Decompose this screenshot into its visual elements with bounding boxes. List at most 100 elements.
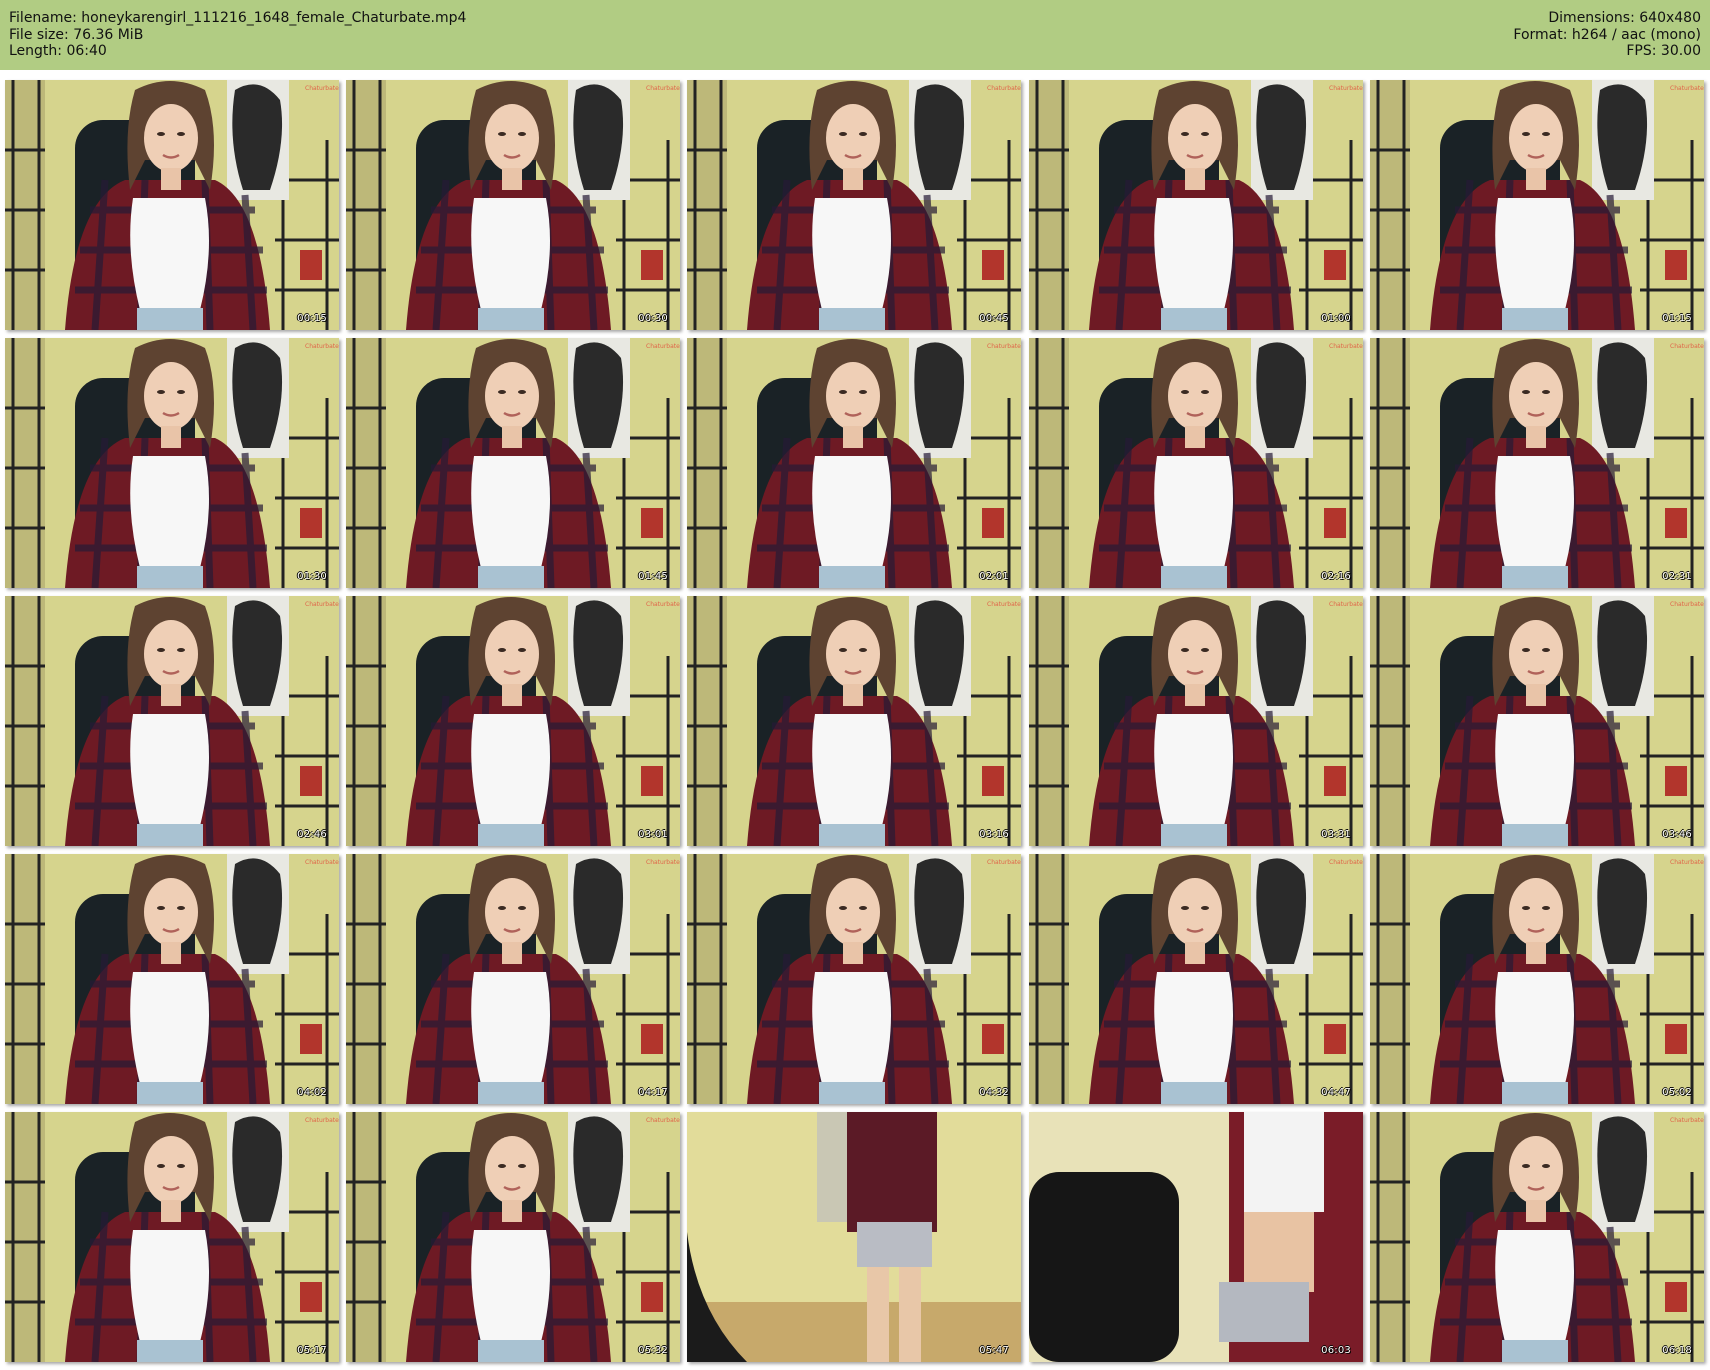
thumbnail-timestamp: 02:46: [297, 829, 327, 840]
frame-illustration: Chaturbate: [5, 854, 339, 1104]
thumbnail-frame[interactable]: Chaturbate 04:02: [5, 854, 339, 1104]
frame-illustration: Chaturbate: [687, 596, 1021, 846]
thumbnail-frame[interactable]: Chaturbate 04:17: [346, 854, 680, 1104]
thumbnail-frame[interactable]: Chaturbate 05:17: [5, 1112, 339, 1362]
svg-text:Chaturbate: Chaturbate: [646, 343, 680, 350]
thumbnail-frame[interactable]: Chaturbate 03:46: [1370, 596, 1704, 846]
frame-illustration: Chaturbate: [346, 596, 680, 846]
frame-illustration: Chaturbate: [346, 1112, 680, 1362]
svg-text:Chaturbate: Chaturbate: [1670, 859, 1704, 866]
thumbnail-frame[interactable]: Chaturbate 01:30: [5, 338, 339, 588]
thumbnail-timestamp: 05:47: [979, 1345, 1009, 1356]
thumbnail-timestamp: 05:17: [297, 1345, 327, 1356]
svg-text:Chaturbate: Chaturbate: [987, 859, 1021, 866]
thumbnail-frame[interactable]: 06:03: [1029, 1112, 1363, 1362]
thumbnail-timestamp: 05:32: [638, 1345, 668, 1356]
svg-text:Chaturbate: Chaturbate: [987, 85, 1021, 92]
svg-text:Chaturbate: Chaturbate: [1670, 85, 1704, 92]
frame-illustration: [687, 1112, 1021, 1362]
thumbnail-frame[interactable]: Chaturbate 06:18: [1370, 1112, 1704, 1362]
svg-text:Chaturbate: Chaturbate: [646, 85, 680, 92]
thumbnail-timestamp: 02:31: [1662, 571, 1692, 582]
svg-text:Chaturbate: Chaturbate: [1329, 343, 1363, 350]
svg-text:Chaturbate: Chaturbate: [305, 601, 339, 608]
thumbnail-frame[interactable]: Chaturbate 00:30: [346, 80, 680, 330]
filename-text: Filename: honeykarengirl_111216_1648_fem…: [9, 10, 467, 26]
thumbnail-timestamp: 04:47: [1321, 1087, 1351, 1098]
frame-illustration: Chaturbate: [346, 338, 680, 588]
frame-illustration: Chaturbate: [5, 596, 339, 846]
svg-text:Chaturbate: Chaturbate: [987, 343, 1021, 350]
thumbnail-timestamp: 01:30: [297, 571, 327, 582]
svg-text:Chaturbate: Chaturbate: [305, 1117, 339, 1124]
svg-text:Chaturbate: Chaturbate: [987, 601, 1021, 608]
thumbnail-frame[interactable]: Chaturbate 02:16: [1029, 338, 1363, 588]
frame-illustration: Chaturbate: [687, 854, 1021, 1104]
thumbnail-frame[interactable]: Chaturbate 04:47: [1029, 854, 1363, 1104]
svg-text:Chaturbate: Chaturbate: [1329, 601, 1363, 608]
thumbnail-frame[interactable]: Chaturbate 01:00: [1029, 80, 1363, 330]
frame-illustration: Chaturbate: [5, 80, 339, 330]
thumbnail-timestamp: 03:31: [1321, 829, 1351, 840]
svg-text:Chaturbate: Chaturbate: [1670, 1117, 1704, 1124]
thumbnail-frame[interactable]: Chaturbate 05:02: [1370, 854, 1704, 1104]
fps-text: FPS: 30.00: [1626, 43, 1701, 59]
frame-illustration: Chaturbate: [346, 854, 680, 1104]
frame-illustration: Chaturbate: [1029, 80, 1363, 330]
thumbnail-timestamp: 01:15: [1662, 313, 1692, 324]
filesize-text: File size: 76.36 MiB: [9, 26, 144, 43]
thumbnail-timestamp: 03:16: [979, 829, 1009, 840]
format-text: Format: h264 / aac (mono): [1513, 26, 1701, 43]
svg-text:Chaturbate: Chaturbate: [1670, 601, 1704, 608]
frame-illustration: Chaturbate: [687, 338, 1021, 588]
thumbnail-frame[interactable]: Chaturbate 04:32: [687, 854, 1021, 1104]
svg-text:Chaturbate: Chaturbate: [646, 1117, 680, 1124]
metadata-right-column: Dimensions: 640x480 Format: h264 / aac (m…: [1513, 10, 1701, 60]
thumbnail-timestamp: 03:46: [1662, 829, 1692, 840]
thumbnail-frame[interactable]: Chaturbate 03:16: [687, 596, 1021, 846]
frame-illustration: Chaturbate: [1370, 1112, 1704, 1362]
frame-illustration: Chaturbate: [5, 338, 339, 588]
thumbnail-grid: Chaturbate 00:15 Chaturbate 00:30 Chaturbate…: [5, 80, 1710, 1365]
frame-illustration: Chaturbate: [1370, 80, 1704, 330]
thumbnail-frame[interactable]: Chaturbate 00:15: [5, 80, 339, 330]
thumbnail-timestamp: 00:45: [979, 313, 1009, 324]
svg-text:Chaturbate: Chaturbate: [646, 601, 680, 608]
frame-illustration: Chaturbate: [1370, 338, 1704, 588]
thumbnail-frame[interactable]: Chaturbate 00:45: [687, 80, 1021, 330]
thumbnail-timestamp: 06:03: [1321, 1345, 1351, 1356]
thumbnail-frame[interactable]: Chaturbate 02:31: [1370, 338, 1704, 588]
frame-illustration: Chaturbate: [1370, 596, 1704, 846]
length-text: Length: 06:40: [9, 43, 107, 59]
svg-text:Chaturbate: Chaturbate: [1670, 343, 1704, 350]
thumbnail-frame[interactable]: Chaturbate 02:01: [687, 338, 1021, 588]
thumbnail-timestamp: 02:01: [979, 571, 1009, 582]
thumbnail-frame[interactable]: Chaturbate 03:31: [1029, 596, 1363, 846]
thumbnail-frame[interactable]: 05:47: [687, 1112, 1021, 1362]
frame-illustration: Chaturbate: [687, 80, 1021, 330]
thumbnail-frame[interactable]: Chaturbate 02:46: [5, 596, 339, 846]
thumbnail-timestamp: 04:32: [979, 1087, 1009, 1098]
metadata-left-column: Filename: honeykarengirl_111216_1648_fem…: [9, 10, 466, 60]
frame-illustration: Chaturbate: [1029, 338, 1363, 588]
frame-illustration: Chaturbate: [5, 1112, 339, 1362]
metadata-header: Filename: honeykarengirl_111216_1648_fem…: [0, 0, 1710, 70]
thumbnail-timestamp: 04:17: [638, 1087, 668, 1098]
thumbnail-timestamp: 00:15: [297, 313, 327, 324]
frame-illustration: [1029, 1112, 1363, 1362]
thumbnail-frame[interactable]: Chaturbate 03:01: [346, 596, 680, 846]
thumbnail-frame[interactable]: Chaturbate 01:45: [346, 338, 680, 588]
frame-illustration: Chaturbate: [1370, 854, 1704, 1104]
svg-text:Chaturbate: Chaturbate: [1329, 85, 1363, 92]
thumbnail-timestamp: 00:30: [638, 313, 668, 324]
thumbnail-timestamp: 02:16: [1321, 571, 1351, 582]
svg-text:Chaturbate: Chaturbate: [305, 85, 339, 92]
thumbnail-frame[interactable]: Chaturbate 05:32: [346, 1112, 680, 1362]
dimensions-text: Dimensions: 640x480: [1548, 10, 1701, 26]
frame-illustration: Chaturbate: [346, 80, 680, 330]
svg-text:Chaturbate: Chaturbate: [646, 859, 680, 866]
thumbnail-timestamp: 03:01: [638, 829, 668, 840]
svg-text:Chaturbate: Chaturbate: [305, 859, 339, 866]
thumbnail-timestamp: 01:45: [638, 571, 668, 582]
thumbnail-frame[interactable]: Chaturbate 01:15: [1370, 80, 1704, 330]
